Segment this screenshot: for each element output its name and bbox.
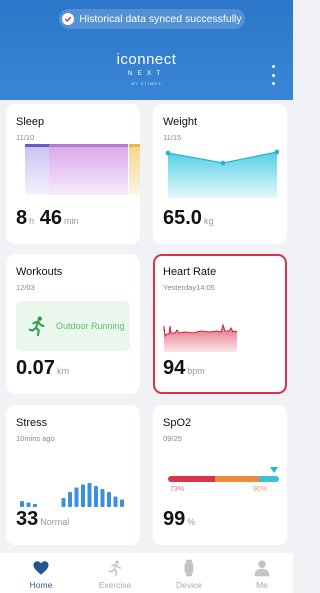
stress-bar bbox=[113, 496, 118, 507]
brand-logo-line2: NEXT bbox=[127, 70, 166, 77]
spo2-range-high: 90% bbox=[253, 486, 268, 493]
brand-logo-line3: BY ETIMEX bbox=[131, 81, 162, 86]
sleep-hours: 8 bbox=[16, 207, 28, 229]
sync-toast: Historical data synced successfully bbox=[59, 9, 245, 29]
sleep-duration: 8h 46 min bbox=[16, 207, 78, 232]
stress-level-label: Normal bbox=[40, 517, 70, 527]
brand-logo: iconnect NEXT BY ETIMEX bbox=[0, 51, 293, 87]
nav-home[interactable]: Home bbox=[11, 553, 71, 593]
spo2-date: 09/25 bbox=[163, 434, 182, 443]
heart-rate-number: 94 bbox=[163, 357, 186, 379]
weight-date: 11/15 bbox=[163, 133, 182, 142]
sleep-date: 11/10 bbox=[16, 133, 35, 142]
stress-bar bbox=[33, 504, 37, 507]
spo2-pointer-icon bbox=[270, 467, 278, 473]
bottom-nav: Home Exercise Device Me bbox=[0, 553, 293, 593]
heart-rate-date: Yesterday14:05 bbox=[163, 283, 215, 292]
stress-bar bbox=[100, 489, 105, 507]
nav-exercise[interactable]: Exercise bbox=[85, 553, 145, 593]
weight-value: 65.0 kg bbox=[163, 207, 213, 232]
sleep-chart bbox=[25, 144, 140, 195]
nav-device-label: Device bbox=[176, 580, 202, 590]
runner-icon bbox=[108, 560, 121, 577]
nav-device[interactable]: Device bbox=[159, 553, 219, 593]
outdoor-running-label: Outdoor Running bbox=[56, 321, 125, 331]
stress-time: 10mins ago bbox=[16, 434, 55, 443]
person-icon bbox=[254, 560, 270, 577]
stress-bar bbox=[94, 486, 98, 507]
heart-rate-value: 94 bpm bbox=[163, 357, 205, 382]
nav-me[interactable]: Me bbox=[232, 553, 292, 593]
workouts-value: 0.07 km bbox=[16, 357, 69, 382]
heart-rate-title: Heart Rate bbox=[163, 266, 217, 278]
spo2-value: 99% bbox=[163, 508, 195, 533]
spo2-number: 99 bbox=[163, 508, 186, 530]
nav-exercise-label: Exercise bbox=[98, 580, 132, 590]
stress-value: 33 Normal bbox=[16, 508, 69, 533]
stress-bar bbox=[87, 483, 92, 507]
stress-bar bbox=[120, 499, 124, 507]
stress-bar bbox=[81, 484, 85, 507]
sleep-minutes: 46 bbox=[39, 207, 62, 229]
stress-number: 33 bbox=[16, 508, 39, 530]
brand-logo-line1: iconnect bbox=[116, 51, 177, 68]
heart-rate-card[interactable]: Heart Rate Yesterday14:05 94 bpm bbox=[153, 254, 287, 394]
nav-home-label: Home bbox=[29, 580, 53, 590]
runner-icon bbox=[28, 316, 45, 337]
app-header: Historical data synced successfully icon… bbox=[0, 0, 293, 100]
weight-card[interactable]: Weight 11/15 65.0 kg bbox=[153, 104, 287, 244]
weight-unit: kg bbox=[203, 216, 214, 226]
workouts-card[interactable]: Workouts 12/03 Outdoor Running 0.07 km bbox=[6, 254, 140, 394]
spo2-card[interactable]: SpO2 09/25 73% 90% 99% bbox=[153, 405, 287, 545]
sleep-minutes-unit: min bbox=[63, 216, 79, 226]
spo2-range-low: 73% bbox=[170, 486, 185, 493]
stress-chart bbox=[20, 483, 124, 507]
heart-rate-chart bbox=[163, 323, 238, 352]
spo2-title: SpO2 bbox=[163, 417, 192, 429]
workouts-date: 12/03 bbox=[16, 283, 35, 292]
stress-title: Stress bbox=[16, 417, 48, 429]
stress-bar bbox=[26, 502, 31, 507]
outdoor-running-tile[interactable]: Outdoor Running bbox=[16, 301, 130, 351]
stress-bar bbox=[61, 498, 66, 507]
watch-icon bbox=[184, 559, 194, 577]
heart-rate-unit: bpm bbox=[187, 366, 205, 376]
nav-me-label: Me bbox=[256, 580, 268, 590]
more-options-icon[interactable] bbox=[268, 65, 278, 85]
spo2-unit: % bbox=[187, 517, 196, 527]
sleep-card[interactable]: Sleep 11/10 8h 46 min bbox=[6, 104, 140, 244]
stress-bar bbox=[107, 492, 111, 507]
stress-card[interactable]: Stress 10mins ago 33 Normal bbox=[6, 405, 140, 545]
stress-bar bbox=[74, 487, 79, 507]
sleep-title: Sleep bbox=[16, 116, 45, 128]
workouts-distance: 0.07 bbox=[16, 357, 55, 379]
stress-bar bbox=[68, 492, 72, 507]
sync-toast-text: Historical data synced successfully bbox=[79, 13, 242, 25]
workouts-unit: km bbox=[56, 366, 69, 376]
weight-title: Weight bbox=[163, 116, 198, 128]
heart-icon bbox=[33, 561, 49, 575]
stress-bar bbox=[20, 501, 24, 507]
weight-chart bbox=[165, 149, 279, 198]
sleep-hours-unit: h bbox=[29, 216, 35, 226]
weight-number: 65.0 bbox=[163, 207, 202, 229]
workouts-title: Workouts bbox=[16, 266, 63, 278]
check-cloud-icon bbox=[62, 13, 75, 25]
